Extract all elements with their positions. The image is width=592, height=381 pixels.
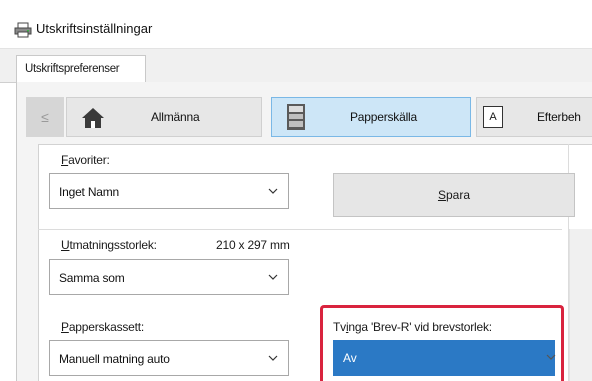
favorites-select[interactable]: Inget Namn <box>49 173 289 209</box>
title-bar: Utskriftsinställningar <box>0 0 592 48</box>
vertical-scrollbar[interactable] <box>569 229 592 381</box>
favorites-value: Inget Namn <box>59 185 120 199</box>
output-size-label: Utmatningsstorlek: <box>61 238 157 252</box>
nav-previous-button[interactable]: ≤ <box>26 97 64 137</box>
output-size-dimensions: 210 x 297 mm <box>216 238 290 252</box>
home-icon <box>82 108 104 128</box>
document-a-icon: A <box>483 106 503 128</box>
paper-tray-value: Manuell matning auto <box>59 352 170 366</box>
nav-button-efterbehandling[interactable]: A Efterbeh <box>476 97 592 137</box>
chevron-down-icon <box>268 355 278 361</box>
window-title: Utskriftsinställningar <box>36 21 153 36</box>
output-size-select[interactable]: Samma som <box>49 259 289 295</box>
paper-tray-icon <box>287 104 305 130</box>
chevron-down-icon <box>268 188 278 194</box>
tab-label: Utskriftspreferenser <box>25 63 120 75</box>
nav-label-papperskalla: Papperskälla <box>350 110 417 124</box>
nav-label-efterbehandling: Efterbeh <box>537 110 581 124</box>
favorites-label: Favoriter: <box>61 153 110 167</box>
paper-tray-label: Papperskassett: <box>61 320 145 334</box>
chevron-down-icon <box>268 274 278 280</box>
paper-tray-select[interactable]: Manuell matning auto <box>49 340 289 376</box>
nav-button-allmanna[interactable]: Allmänna <box>66 97 262 137</box>
section-separator <box>38 229 562 230</box>
nav-label-allmanna: Allmänna <box>151 110 200 124</box>
save-button[interactable]: Spara <box>333 173 575 217</box>
nav-button-papperskalla[interactable]: Papperskälla <box>271 97 471 137</box>
output-size-value: Samma som <box>59 271 125 285</box>
printer-icon <box>14 22 32 38</box>
nav-previous-label: ≤ <box>41 109 49 125</box>
highlight-frame <box>320 305 564 381</box>
tab-utskriftspreferenser[interactable]: Utskriftspreferenser <box>16 55 146 83</box>
